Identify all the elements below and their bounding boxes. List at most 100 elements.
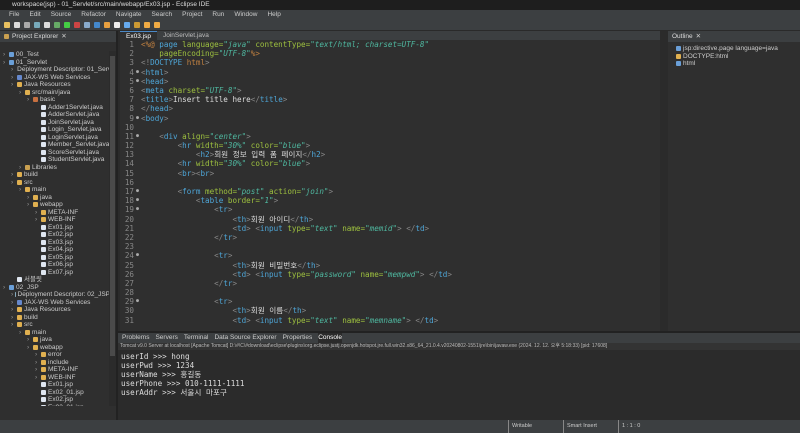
chevron-icon[interactable]: › [35,374,39,382]
toolbar-button-icon[interactable] [154,21,160,28]
chevron-icon[interactable]: › [19,329,23,337]
fold-marker[interactable] [136,178,141,187]
tab-servers[interactable]: Servers [155,333,177,343]
menu-help[interactable]: Help [262,10,285,19]
tree-item[interactable]: LoginServlet.java [0,134,110,142]
tree-item[interactable]: Ex03.jsp [0,239,110,247]
chevron-icon[interactable]: › [11,306,15,314]
tree-item[interactable]: Ex02_01.jsp [0,389,110,397]
toolbar-button-icon[interactable] [24,21,30,28]
tree-item[interactable]: › META-INF [0,366,110,374]
tree-item[interactable]: › webapp [0,201,110,209]
tree-item[interactable]: Login_Servlet.java [0,126,110,134]
tree-item[interactable]: › basic [0,96,110,104]
tree-item[interactable]: Ex02.jsp [0,231,110,239]
chevron-icon[interactable]: › [11,74,15,82]
tree-item[interactable]: › webapp [0,344,110,352]
outline-item[interactable]: DOCTYPE:html [676,53,800,61]
tree-item[interactable]: › main [0,186,110,194]
toolbar-button-icon[interactable] [104,21,110,28]
toolbar-button-icon[interactable] [54,21,60,28]
menu-navigate[interactable]: Navigate [111,10,147,19]
tab-properties[interactable]: Properties [283,333,313,343]
explorer-scrollbar[interactable] [109,51,116,406]
toolbar-button-icon[interactable] [74,21,80,28]
chevron-icon[interactable]: › [11,179,15,187]
chevron-icon[interactable]: › [35,351,39,359]
tree-item[interactable]: StudentServlet.java [0,156,110,164]
tab-console[interactable]: Console [318,333,343,343]
tree-item[interactable]: › build [0,171,110,179]
tree-item[interactable]: › Deployment Descriptor: 02_JSP [0,291,110,299]
toolbar-button-icon[interactable] [34,21,40,28]
chevron-icon[interactable]: › [27,344,31,352]
toolbar-button-icon[interactable] [134,21,140,28]
menu-edit[interactable]: Edit [24,10,45,19]
tree-item[interactable]: › Libraries [0,164,110,172]
tree-item[interactable]: › Java Resources [0,81,110,89]
tree-item[interactable]: › error [0,351,110,359]
chevron-icon[interactable]: › [11,66,13,74]
chevron-icon[interactable]: › [3,59,7,67]
project-explorer-tab[interactable]: Project Explorer ✕ [0,31,116,42]
fold-marker[interactable] [136,123,141,132]
menu-search[interactable]: Search [147,10,178,19]
tab-problems[interactable]: Problems [122,333,149,343]
chevron-icon[interactable]: › [27,201,31,209]
tree-item[interactable]: Ex03_01.jsp [0,404,110,406]
menu-window[interactable]: Window [229,10,262,19]
toolbar-button-icon[interactable] [64,21,70,28]
tree-item[interactable]: › src [0,321,110,329]
chevron-icon[interactable]: › [11,291,13,299]
tree-item[interactable]: › src [0,179,110,187]
tree-item[interactable]: AdderServlet.java [0,111,110,119]
tree-item[interactable]: Ex01.jsp [0,381,110,389]
tree-item[interactable]: Ex07.jsp [0,269,110,277]
menu-project[interactable]: Project [177,10,207,19]
chevron-icon[interactable]: › [11,299,15,307]
menu-file[interactable]: File [4,10,24,19]
tree-item[interactable]: Ex02.jsp [0,396,110,404]
chevron-icon[interactable]: › [35,366,39,374]
tree-item[interactable]: Ex01.jsp [0,224,110,232]
tree-item[interactable]: › main [0,329,110,337]
toolbar-button-icon[interactable] [44,21,50,28]
toolbar-button-icon[interactable] [124,21,130,28]
chevron-icon[interactable]: › [3,284,7,292]
chevron-icon[interactable]: › [11,171,15,179]
outline-item[interactable]: html [676,60,800,68]
chevron-icon[interactable]: › [35,359,39,367]
tree-item[interactable]: Ex04.jsp [0,246,110,254]
code-area[interactable]: 1 <%@ page language= "java" contentType= "t… [120,40,650,327]
outline-item[interactable]: jsp:directive.page language=java [676,45,800,53]
tree-item[interactable]: Member_Servlet.java [0,141,110,149]
tree-item[interactable]: › build [0,314,110,322]
chevron-icon[interactable]: › [3,51,7,59]
tree-item[interactable]: › Deployment Descriptor: 01_Servlet [0,66,110,74]
tab-joinservlet-java[interactable]: JoinServlet.java [157,31,215,40]
chevron-icon[interactable]: › [11,81,15,89]
tree-item[interactable]: 서블릿 [0,276,110,284]
fold-marker[interactable] [136,242,141,251]
toolbar-button-icon[interactable] [14,21,20,28]
tab-ex03-jsp[interactable]: Ex03.jsp [120,31,157,40]
toolbar-button-icon[interactable] [114,21,120,28]
tree-item[interactable]: › JAX-WS Web Services [0,74,110,82]
chevron-icon[interactable]: › [27,96,31,104]
tree-item[interactable]: › include [0,359,110,367]
tree-item[interactable]: › src/main/java [0,89,110,97]
tree-item[interactable]: › Java Resources [0,306,110,314]
tree-item[interactable]: › JAX-WS Web Services [0,299,110,307]
tree-item[interactable]: › 00_Test [0,51,110,59]
menu-source[interactable]: Source [46,10,77,19]
tree-item[interactable]: › WEB-INF [0,374,110,382]
chevron-icon[interactable]: › [35,216,39,224]
menu-run[interactable]: Run [207,10,229,19]
chevron-icon[interactable]: › [19,164,23,172]
tree-item[interactable]: › java [0,194,110,202]
chevron-icon[interactable]: › [27,194,31,202]
fold-marker[interactable] [136,288,141,297]
tab-data-source-explorer[interactable]: Data Source Explorer [214,333,276,343]
toolbar-button-icon[interactable] [94,21,100,28]
tree-item[interactable]: ScoreServlet.java [0,149,110,157]
